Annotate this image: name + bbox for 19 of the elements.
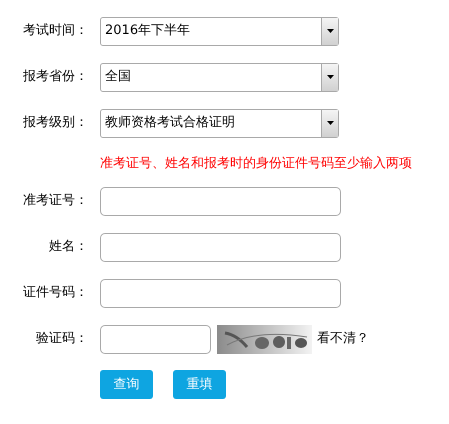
refresh-link[interactable]: 看不清？ [317,329,369,349]
notice-text: 准考证号、姓名和报考时的身份证件号码至少输入两项 [100,155,413,173]
dropdown[interactable]: 教师资格考试合格证明 [100,108,339,138]
input-field[interactable] [100,278,341,308]
input-field[interactable] [100,186,341,216]
input-field[interactable] [100,232,341,262]
field-label: 报考级别： [22,114,88,132]
field-label: 验证码： [35,330,88,348]
field-label: 证件号码： [22,284,88,302]
dropdown[interactable]: 2016年下半年 [100,16,339,46]
field-label: 考试时间： [22,22,88,40]
caret-icon [326,75,334,79]
field-label: 报考省份： [22,68,88,86]
field-label: 姓名： [48,238,88,256]
field-label: 准考证号： [22,192,88,210]
caret-icon [326,121,334,125]
dropdown[interactable]: 全国 [100,62,339,92]
caret-icon [326,29,334,33]
input-field[interactable] [100,324,211,354]
